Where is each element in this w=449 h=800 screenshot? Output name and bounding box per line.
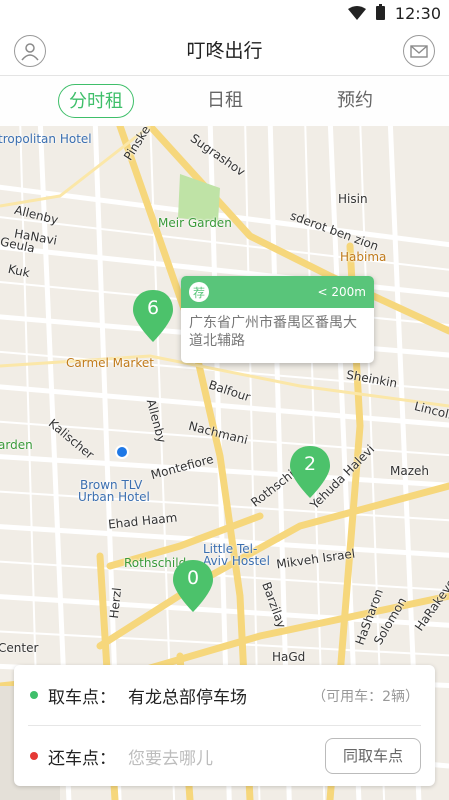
map-label-metropolitan: tropolitan Hotel bbox=[0, 132, 92, 146]
map-label-mazeh: Mazeh bbox=[390, 464, 429, 478]
return-label: 还车点： bbox=[48, 749, 116, 769]
status-time: 12:30 bbox=[394, 3, 441, 23]
map-label-habima: Habima bbox=[340, 250, 387, 264]
map-label-urban-hotel: Urban Hotel bbox=[78, 490, 150, 504]
page-title: 叮咚出行 bbox=[186, 40, 263, 62]
mode-tabs: 分时租 日租 预约 bbox=[0, 76, 449, 126]
recommend-badge: 荐 bbox=[189, 282, 209, 302]
mail-icon bbox=[410, 45, 428, 58]
popup-distance: < 200m bbox=[317, 285, 366, 299]
pickup-return-panel: 取车点： 有龙总部停车场 （可用车：2辆） 还车点： 您要去哪儿 同取车点 bbox=[14, 665, 435, 786]
user-icon bbox=[21, 43, 39, 61]
pin-count: 0 bbox=[186, 567, 200, 589]
available-count: （可用车：2辆） bbox=[312, 689, 419, 705]
parking-pin[interactable]: 0 bbox=[171, 558, 215, 614]
tab-hourly[interactable]: 分时租 bbox=[58, 84, 134, 118]
return-dot-icon bbox=[30, 752, 38, 760]
profile-button[interactable] bbox=[14, 35, 46, 67]
battery-icon bbox=[375, 4, 385, 20]
map-label-hagdud: HaGd bbox=[272, 650, 306, 664]
return-row: 还车点： 您要去哪儿 同取车点 bbox=[14, 726, 435, 786]
map-label-meir-garden: Meir Garden bbox=[158, 216, 232, 230]
messages-button[interactable] bbox=[403, 35, 435, 67]
map-label-garden-left: arden bbox=[0, 438, 33, 452]
pickup-row[interactable]: 取车点： 有龙总部停车场 （可用车：2辆） bbox=[14, 665, 435, 725]
pickup-dot-icon bbox=[30, 691, 38, 699]
tab-daily[interactable]: 日租 bbox=[190, 84, 260, 118]
map-label-carmel-market: Carmel Market bbox=[66, 356, 154, 370]
same-as-pickup-button[interactable]: 同取车点 bbox=[325, 738, 421, 774]
title-bar: 叮咚出行 bbox=[0, 26, 449, 76]
pin-count: 6 bbox=[146, 297, 160, 319]
pickup-label: 取车点： bbox=[48, 688, 116, 708]
parking-pin[interactable]: 2 bbox=[288, 444, 332, 500]
current-location-icon bbox=[115, 445, 129, 459]
pickup-value: 有龙总部停车场 bbox=[128, 688, 247, 708]
status-bar: 12:30 bbox=[0, 0, 449, 26]
popup-header: 荐 < 200m bbox=[181, 276, 374, 308]
map-label-center: Center bbox=[0, 641, 39, 655]
map-label-hisin: Hisin bbox=[338, 192, 368, 206]
parking-pin[interactable]: 6 bbox=[131, 288, 175, 344]
wifi-icon bbox=[347, 6, 366, 20]
tab-reserve[interactable]: 预约 bbox=[318, 84, 392, 118]
pin-count: 2 bbox=[303, 453, 317, 475]
return-input[interactable]: 您要去哪儿 bbox=[128, 744, 213, 769]
popup-address: 广东省广州市番禺区番禺大道北辅路 bbox=[189, 315, 357, 349]
parking-popup[interactable]: 荐 < 200m 广东省广州市番禺区番禺大道北辅路 bbox=[181, 276, 374, 363]
